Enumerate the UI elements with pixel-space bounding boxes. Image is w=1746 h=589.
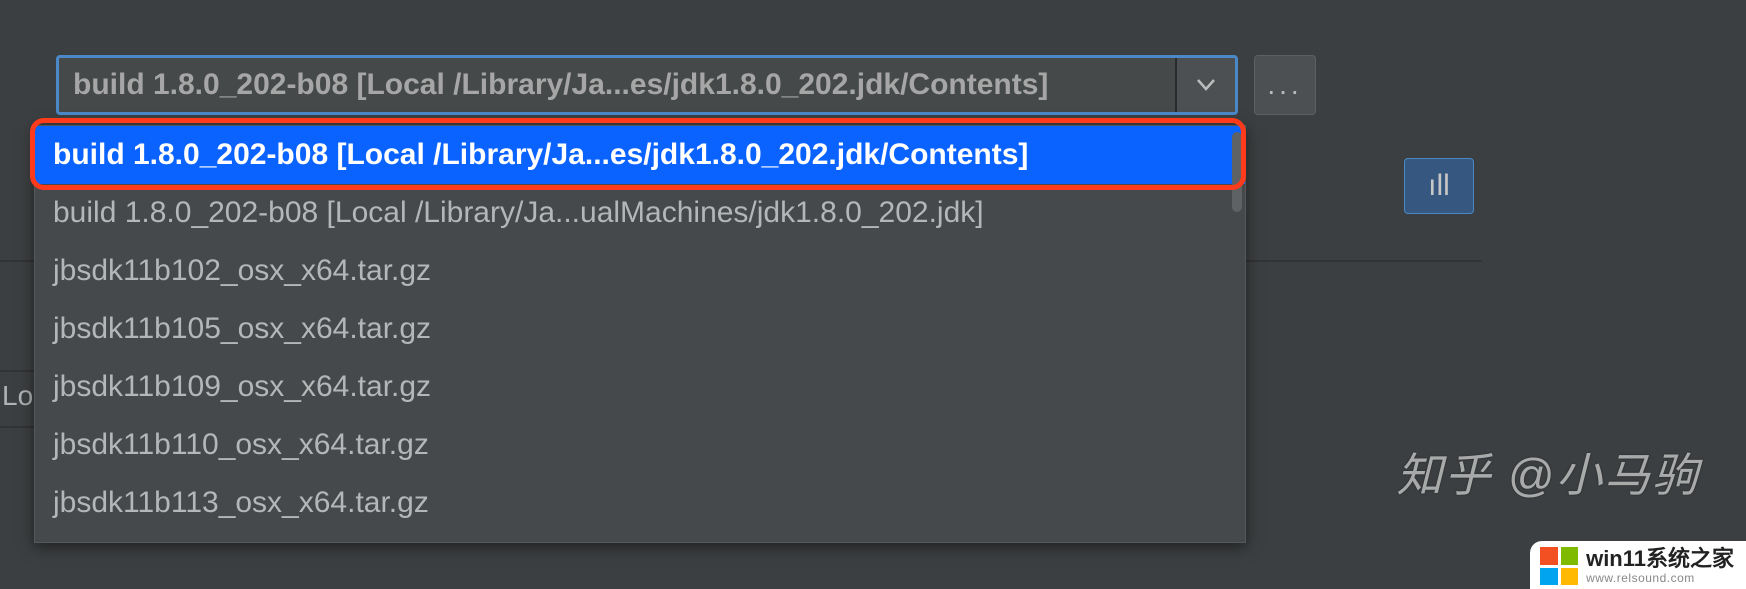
dropdown-scrollbar[interactable]: [1232, 132, 1242, 212]
combo-row: build 1.8.0_202-b08 [Local /Library/Ja..…: [56, 55, 1316, 115]
win11-watermark: win11系统之家 www.relsound.com: [1530, 541, 1746, 589]
dropdown-item-label: jbsdk11b113_osx_x64.tar.gz: [53, 486, 429, 520]
win11-logo-icon: [1540, 547, 1578, 585]
dropdown-item[interactable]: build 1.8.0_202-b08 [Local /Library/Ja..…: [35, 184, 1245, 242]
boot-jdk-dropdown[interactable]: build 1.8.0_202-b08 [Local /Library/Ja..…: [34, 125, 1246, 543]
win11-sub: www.relsound.com: [1586, 572, 1734, 584]
combo-selected-text: build 1.8.0_202-b08 [Local /Library/Ja..…: [59, 68, 1175, 102]
zhihu-watermark: 知乎 @小马驹: [1397, 439, 1700, 505]
all-button[interactable]: ıll: [1404, 158, 1474, 214]
dropdown-item-label: build 1.8.0_202-b08 [Local /Library/Ja..…: [53, 138, 1028, 172]
dropdown-item[interactable]: jbsdk11b110_osx_x64.tar.gz: [35, 416, 1245, 474]
dropdown-item[interactable]: jbsdk11b113_osx_x64.tar.gz: [35, 474, 1245, 532]
browse-button-label: ...: [1267, 69, 1302, 101]
dropdown-item[interactable]: build 1.8.0_202-b08 [Local /Library/Ja..…: [35, 126, 1245, 184]
all-button-label: ıll: [1428, 169, 1450, 203]
background-label-lo: Lo: [2, 380, 33, 412]
win11-title: win11系统之家: [1586, 548, 1734, 570]
boot-jdk-combo[interactable]: build 1.8.0_202-b08 [Local /Library/Ja..…: [56, 55, 1238, 115]
combo-arrow-button[interactable]: [1175, 58, 1235, 112]
dropdown-item[interactable]: jbsdk11b102_osx_x64.tar.gz: [35, 242, 1245, 300]
browse-button[interactable]: ...: [1254, 55, 1316, 115]
dropdown-item[interactable]: jbsdk11b105_osx_x64.tar.gz: [35, 300, 1245, 358]
settings-panel: Lo build 1.8.0_202-b08 [Local /Library/J…: [0, 0, 1746, 589]
dropdown-item-label: build 1.8.0_202-b08 [Local /Library/Ja..…: [53, 196, 984, 230]
dropdown-item-label: jbsdk11b110_osx_x64.tar.gz: [53, 428, 429, 462]
dropdown-item[interactable]: jbsdk11b109_osx_x64.tar.gz: [35, 358, 1245, 416]
win11-text: win11系统之家 www.relsound.com: [1586, 548, 1734, 584]
chevron-down-icon: [1197, 79, 1215, 91]
dropdown-item-label: jbsdk11b109_osx_x64.tar.gz: [53, 370, 431, 404]
dropdown-item-label: jbsdk11b102_osx_x64.tar.gz: [53, 254, 431, 288]
dropdown-item-label: jbsdk11b105_osx_x64.tar.gz: [53, 312, 431, 346]
